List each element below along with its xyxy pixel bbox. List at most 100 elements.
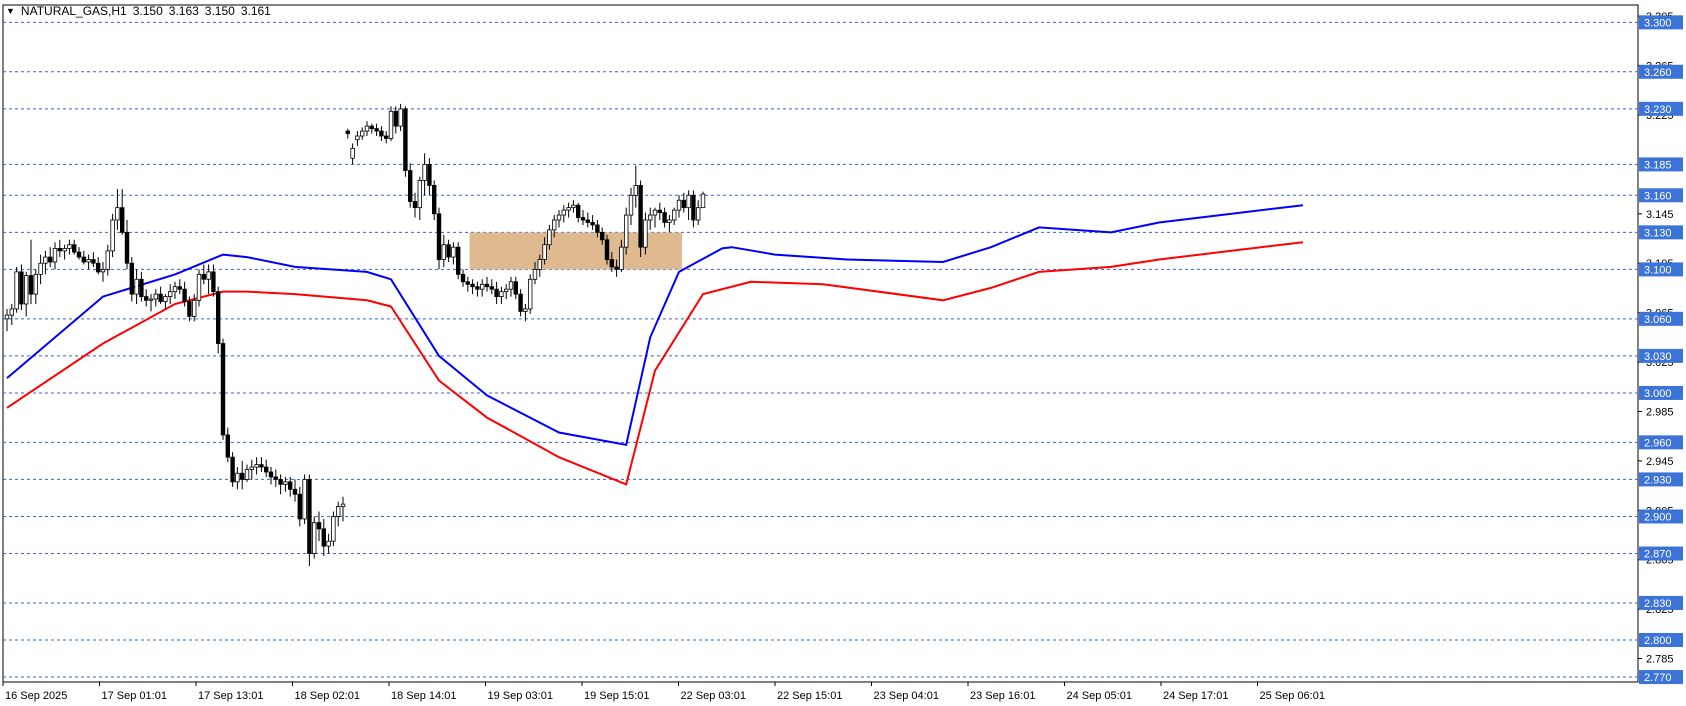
level-label: 3.260 xyxy=(1644,67,1672,79)
candle-up xyxy=(523,308,528,312)
candle-up xyxy=(672,209,677,221)
candle-up xyxy=(556,214,562,221)
candle-up xyxy=(422,164,427,181)
candle-up xyxy=(355,135,360,141)
level-label: 3.185 xyxy=(1644,159,1672,171)
candle-down xyxy=(681,199,686,209)
candle-down xyxy=(590,222,595,226)
candle-up xyxy=(191,299,197,317)
candle-up xyxy=(479,283,485,290)
candle-down xyxy=(278,479,283,485)
candle-down xyxy=(427,164,432,186)
candle-up xyxy=(23,275,29,305)
candle-down xyxy=(657,209,662,213)
candle-down xyxy=(403,108,408,171)
candle-down xyxy=(580,217,586,221)
candle-up xyxy=(388,110,394,139)
x-tick-label: 22 Sep 03:01 xyxy=(681,690,746,702)
candle-down xyxy=(446,244,451,258)
candle-down xyxy=(124,231,130,264)
candle-up xyxy=(326,540,331,547)
candle-up xyxy=(172,286,178,293)
candle-up xyxy=(340,503,346,507)
candle-down xyxy=(412,201,418,209)
candle-down xyxy=(287,481,293,490)
candle-up xyxy=(503,288,509,293)
candle-up xyxy=(441,244,446,260)
candle-up xyxy=(134,278,139,295)
candle-down xyxy=(230,456,235,483)
candle-up xyxy=(153,293,158,300)
plot-frame xyxy=(2,4,1639,683)
candle-down xyxy=(158,293,163,302)
candle-down xyxy=(431,185,437,215)
candle-up xyxy=(110,219,115,252)
candle-down xyxy=(225,434,230,458)
candle-down xyxy=(273,476,278,480)
candle-down xyxy=(470,283,475,288)
candle-down xyxy=(72,244,77,253)
candle-up xyxy=(537,259,542,270)
candle-up xyxy=(700,193,706,209)
candle-down xyxy=(383,135,389,139)
candle-up xyxy=(350,147,355,159)
candle-up xyxy=(254,464,259,468)
candle-down xyxy=(595,224,600,233)
candle-up xyxy=(38,262,43,275)
level-label: 3.030 xyxy=(1644,351,1672,363)
candle-down xyxy=(465,281,470,285)
candle-down xyxy=(81,256,86,263)
candle-up xyxy=(43,256,48,264)
candle-down xyxy=(638,185,643,248)
candle-down xyxy=(177,286,182,290)
candle-down xyxy=(215,291,221,344)
candle-down xyxy=(129,262,134,295)
candle-up xyxy=(196,273,202,301)
candle-up xyxy=(9,308,14,316)
candle-down xyxy=(316,522,322,530)
candle-up xyxy=(532,269,538,280)
candle-down xyxy=(393,110,398,127)
candle-up xyxy=(451,246,456,258)
y-tick-label: 2.985 xyxy=(1646,406,1674,418)
candle-up xyxy=(499,291,504,297)
candle-down xyxy=(307,479,312,554)
x-tick-label: 24 Sep 17:01 xyxy=(1163,690,1228,702)
candle-down xyxy=(374,128,379,132)
candle-down xyxy=(489,286,494,290)
candle-down xyxy=(268,471,274,478)
candle-up xyxy=(508,281,514,290)
level-label: 3.130 xyxy=(1644,227,1672,239)
candle-up xyxy=(302,479,307,520)
candle-up xyxy=(561,209,566,216)
candle-down xyxy=(187,301,192,317)
price-chart[interactable]: 3.3053.2653.2253.1453.1053.0653.0252.985… xyxy=(0,0,1686,706)
x-tick-label: 18 Sep 14:01 xyxy=(391,690,456,702)
candle-up xyxy=(667,219,672,223)
candle-down xyxy=(297,493,302,520)
candle-up xyxy=(105,250,110,270)
x-tick-label: 18 Sep 02:01 xyxy=(295,690,360,702)
candle-up xyxy=(235,472,240,483)
level-label: 3.100 xyxy=(1644,264,1672,276)
candle-up xyxy=(283,481,288,485)
y-tick-label: 2.785 xyxy=(1646,654,1674,666)
candle-up xyxy=(359,130,365,137)
candle-up xyxy=(686,194,691,209)
candle-up xyxy=(552,219,557,231)
candle-up xyxy=(652,209,658,216)
x-tick-label: 25 Sep 06:01 xyxy=(1260,690,1325,702)
candle-up xyxy=(100,269,106,273)
candle-up xyxy=(619,246,624,270)
x-tick-label: 17 Sep 13:01 xyxy=(198,690,263,702)
candle-up xyxy=(398,108,403,127)
level-label: 2.870 xyxy=(1644,549,1672,561)
candle-up xyxy=(148,298,154,301)
candle-up xyxy=(547,229,552,246)
candle-down xyxy=(263,466,269,473)
candle-up xyxy=(633,185,638,196)
candle-down xyxy=(91,259,96,264)
candle-up xyxy=(628,194,634,216)
candle-down xyxy=(585,219,590,223)
candle-up xyxy=(676,199,682,211)
